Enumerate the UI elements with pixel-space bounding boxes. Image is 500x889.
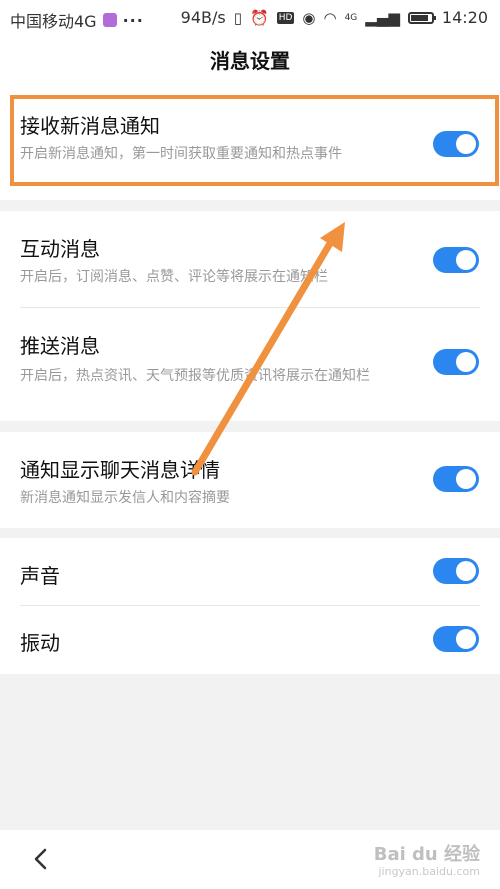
setting-row-chat-detail[interactable]: 通知显示聊天消息详情 新消息通知显示发信人和内容摘要	[0, 432, 500, 528]
toggle-knob	[456, 469, 476, 489]
signal-icon: ▂▄▆	[365, 8, 400, 27]
section-chat-detail: 通知显示聊天消息详情 新消息通知显示发信人和内容摘要	[0, 432, 500, 528]
sound-toggle[interactable]	[433, 558, 479, 584]
chat-detail-toggle[interactable]	[433, 466, 479, 492]
toggle-knob	[456, 352, 476, 372]
gallery-notification-icon	[102, 13, 117, 27]
more-notifications-icon: ···	[122, 10, 144, 30]
toggle-knob	[456, 629, 476, 649]
signal-4g-label: 4G	[344, 12, 358, 23]
interaction-toggle[interactable]	[433, 247, 479, 273]
setting-row-sound[interactable]: 声音	[0, 538, 500, 605]
push-title: 推送消息	[20, 334, 100, 358]
wifi-icon: ◠	[323, 8, 337, 27]
eye-icon: ◉	[302, 8, 316, 27]
page-title: 消息设置	[210, 49, 290, 73]
setting-row-interaction[interactable]: 互动消息 开启后，订阅消息、点赞、评论等将展示在通知栏	[0, 211, 500, 307]
alarm-icon: ⏰	[250, 8, 269, 27]
toggle-knob	[456, 561, 476, 581]
vibrate-toggle[interactable]	[433, 626, 479, 652]
clock: 14:20	[441, 8, 488, 27]
receive-new-desc: 开启新消息通知，第一时间获取重要通知和热点事件	[20, 146, 342, 162]
setting-row-vibrate[interactable]: 振动	[0, 606, 500, 674]
back-icon[interactable]	[27, 844, 57, 874]
section-message-types: 互动消息 开启后，订阅消息、点赞、评论等将展示在通知栏 推送消息 开启后，热点资…	[0, 211, 500, 421]
watermark-url: jingyan.baidu.com	[378, 865, 480, 878]
vibrate-title: 振动	[20, 631, 60, 655]
network-speed: 94B/s	[180, 8, 226, 27]
watermark-logo: Bai du 经验	[373, 844, 480, 865]
toggle-knob	[456, 250, 476, 270]
receive-new-title: 接收新消息通知	[20, 114, 160, 138]
chat-detail-title: 通知显示聊天消息详情	[20, 458, 220, 482]
setting-row-receive-new[interactable]: 接收新消息通知 开启新消息通知，第一时间获取重要通知和热点事件	[0, 90, 500, 200]
receive-new-toggle[interactable]	[433, 131, 479, 157]
interaction-title: 互动消息	[20, 237, 100, 261]
vibrate-icon: ▯	[233, 8, 242, 27]
section-receive-new: 接收新消息通知 开启新消息通知，第一时间获取重要通知和热点事件	[0, 90, 500, 200]
interaction-desc: 开启后，订阅消息、点赞、评论等将展示在通知栏	[20, 269, 328, 285]
section-alerts: 声音 振动	[0, 538, 500, 674]
hd-icon: HD	[276, 11, 295, 24]
chat-detail-desc: 新消息通知显示发信人和内容摘要	[20, 490, 230, 506]
battery-icon	[407, 11, 436, 24]
header: 消息设置	[0, 36, 500, 90]
status-bar: 中国移动4G ··· 94B/s ▯ ⏰ HD ◉ ◠ 4G ▂▄▆ 14:20	[0, 0, 500, 36]
sound-title: 声音	[20, 564, 60, 588]
toggle-knob	[456, 134, 476, 154]
setting-row-push[interactable]: 推送消息 开启后，热点资讯、天气预报等优质资讯将展示在通知栏	[0, 308, 500, 421]
push-desc: 开启后，热点资讯、天气预报等优质资讯将展示在通知栏	[20, 368, 370, 384]
bottom-nav-bar: Bai du 经验 jingyan.baidu.com	[0, 830, 500, 889]
carrier-label: 中国移动4G	[10, 12, 97, 31]
push-toggle[interactable]	[433, 349, 479, 375]
